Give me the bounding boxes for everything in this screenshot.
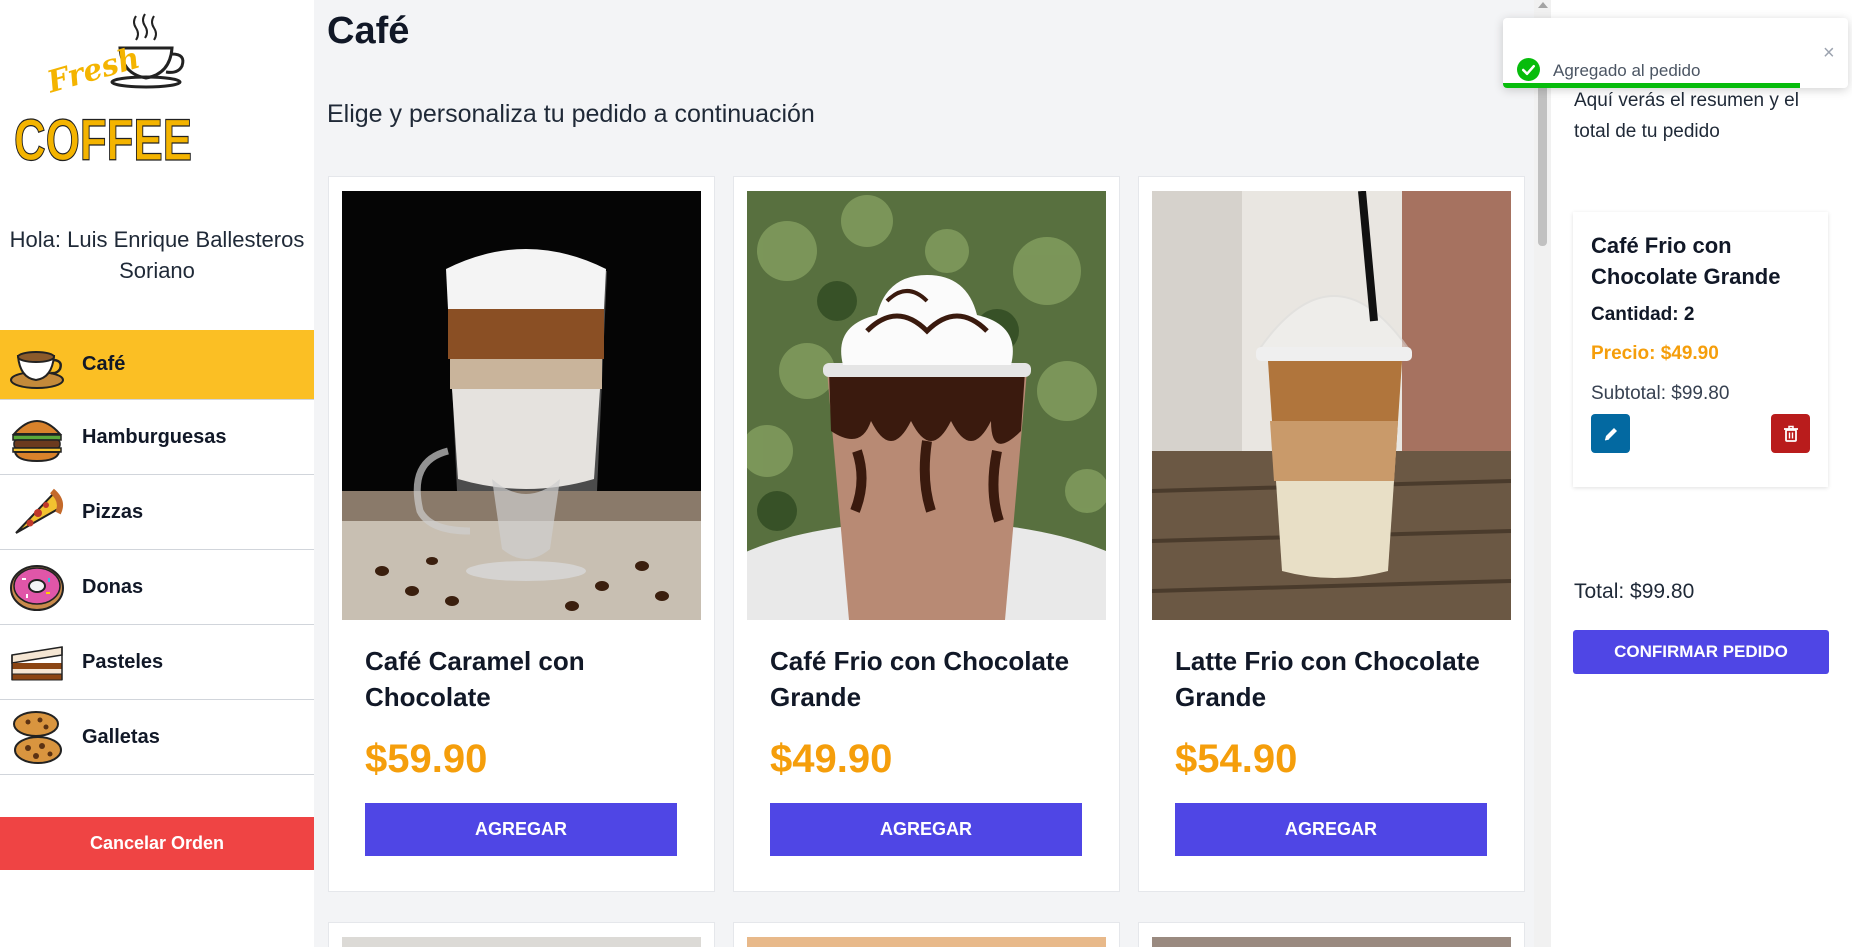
product-image bbox=[1152, 937, 1511, 947]
user-greeting: Hola: Luis Enrique Ballesteros Soriano bbox=[9, 227, 305, 283]
product-name: Café Caramel con Chocolate bbox=[365, 646, 585, 712]
quantity-value: 2 bbox=[1683, 304, 1695, 325]
product-price: $59.90 bbox=[365, 737, 488, 781]
product-catalog: Café Elige y personaliza tu pedido a con… bbox=[314, 0, 1534, 947]
product-card bbox=[1138, 922, 1525, 947]
category-item-pizzas[interactable]: Pizzas bbox=[0, 475, 314, 550]
order-item-quantity: Cantidad: 2 bbox=[1591, 304, 1694, 326]
product-card bbox=[733, 922, 1120, 947]
order-item-subtotal: Subtotal: $99.80 bbox=[1591, 383, 1730, 404]
product-price: $54.90 bbox=[1175, 737, 1298, 781]
product-card bbox=[328, 922, 715, 947]
category-label: Hamburguesas bbox=[82, 425, 227, 448]
product-image-iced-latte bbox=[1152, 191, 1511, 620]
category-label: Donas bbox=[82, 575, 144, 598]
category-item-pasteles[interactable]: Pasteles bbox=[0, 625, 314, 700]
product-card: Café Caramel con Chocolate $59.90 AGREGA… bbox=[328, 176, 715, 892]
order-item-price: Precio: $49.90 bbox=[1591, 343, 1719, 364]
category-label: Pasteles bbox=[82, 650, 164, 673]
confirm-order-button[interactable]: CONFIRMAR PEDIDO bbox=[1573, 630, 1829, 674]
toast-progress-bar bbox=[1503, 83, 1800, 88]
order-summary: Aquí verás el resumen y el total de tu p… bbox=[1551, 0, 1852, 947]
pizza-icon bbox=[15, 488, 63, 534]
svg-text:Fresh: Fresh bbox=[42, 41, 143, 101]
main-scrollbar[interactable] bbox=[1534, 0, 1551, 947]
category-item-hamburguesas[interactable]: Hamburguesas bbox=[0, 400, 314, 475]
category-label: Café bbox=[82, 353, 126, 375]
burger-icon bbox=[11, 420, 63, 463]
category-list: Café Hamburguesas Pizzas Donas Pasteles … bbox=[0, 330, 314, 775]
page-title: Café bbox=[327, 10, 410, 52]
summary-intro: Aquí verás el resumen y el total de tu p… bbox=[1574, 90, 1799, 142]
quantity-label: Cantidad: bbox=[1591, 304, 1684, 325]
close-icon[interactable]: × bbox=[1823, 43, 1835, 63]
category-label: Pizzas bbox=[82, 500, 144, 523]
svg-text:COFFEE: COFFEE bbox=[14, 108, 192, 170]
product-card: Café Frio con Chocolate Grande $49.90 AG… bbox=[733, 176, 1120, 892]
add-to-order-button[interactable]: AGREGAR bbox=[770, 803, 1082, 856]
category-item-cafe[interactable]: Café bbox=[0, 330, 314, 400]
cookies-icon bbox=[13, 711, 62, 764]
scroll-up-arrow-icon[interactable] bbox=[1538, 2, 1548, 8]
product-image bbox=[342, 937, 701, 947]
product-image-chocolate-frappe bbox=[747, 191, 1106, 620]
order-total: Total: $99.80 bbox=[1574, 580, 1695, 603]
product-image-layered-latte bbox=[342, 191, 701, 620]
cake-icon bbox=[11, 646, 63, 681]
product-name: Café Frio con Chocolate Grande bbox=[770, 646, 1070, 712]
coffee-cup-icon bbox=[10, 350, 64, 389]
order-item-name: Café Frio con Chocolate Grande bbox=[1591, 233, 1781, 289]
product-image bbox=[747, 937, 1106, 947]
order-item-card: Café Frio con Chocolate Grande Cantidad:… bbox=[1573, 212, 1828, 487]
category-label: Galletas bbox=[82, 725, 160, 748]
trash-icon bbox=[1783, 425, 1798, 442]
category-item-galletas[interactable]: Galletas bbox=[0, 700, 314, 775]
add-to-order-button[interactable]: AGREGAR bbox=[365, 803, 677, 856]
page-subtitle: Elige y personaliza tu pedido a continua… bbox=[327, 100, 815, 128]
delete-item-button[interactable] bbox=[1771, 414, 1810, 453]
toast-message: Agregado al pedido bbox=[1553, 61, 1701, 80]
add-to-order-button[interactable]: AGREGAR bbox=[1175, 803, 1487, 856]
product-card: Latte Frio con Chocolate Grande $54.90 A… bbox=[1138, 176, 1525, 892]
toast-notification: Agregado al pedido × bbox=[1503, 18, 1848, 88]
donut-icon bbox=[10, 565, 64, 611]
cancel-order-button[interactable]: Cancelar Orden bbox=[0, 817, 314, 870]
sidebar: Fresh COFFEE Hola: Luis Enrique Balleste… bbox=[0, 0, 314, 947]
edit-item-button[interactable] bbox=[1591, 414, 1630, 453]
success-check-icon bbox=[1517, 58, 1540, 81]
product-price: $49.90 bbox=[770, 737, 893, 781]
product-name: Latte Frio con Chocolate Grande bbox=[1175, 646, 1480, 712]
pencil-icon bbox=[1604, 427, 1617, 440]
category-item-donas[interactable]: Donas bbox=[0, 550, 314, 625]
fresh-coffee-logo: Fresh COFFEE bbox=[12, 12, 198, 174]
